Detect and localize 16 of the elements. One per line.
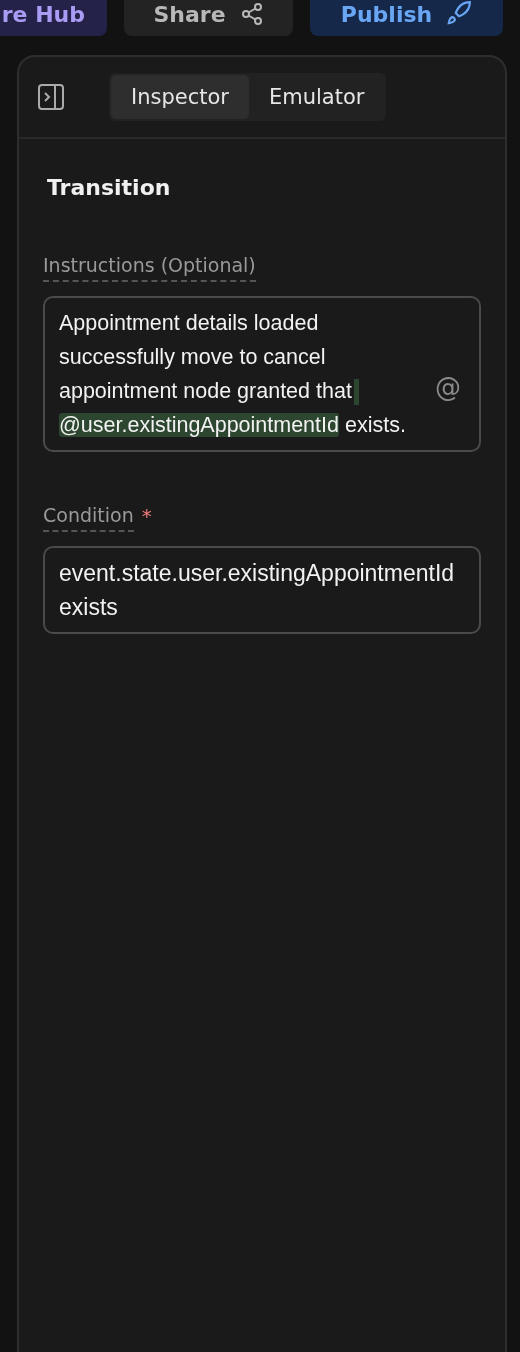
rocket-icon — [446, 0, 473, 26]
text-cursor — [353, 379, 359, 406]
section-title: Transition — [47, 175, 172, 200]
field-label: Instructions (Optional) — [43, 254, 256, 282]
required-mark: * — [141, 504, 152, 530]
publish-button[interactable]: Publish — [310, 0, 503, 36]
instructions-field[interactable]: Appointment details loaded successfully move to cancel appointment node granted that @user.existingAppointmentId exists. @ — [43, 296, 481, 452]
share-button[interactable]: Share — [124, 0, 293, 36]
sidebar-toggle-icon[interactable] — [37, 83, 65, 111]
hub-button[interactable]: re Hub — [0, 0, 107, 36]
condition-field[interactable]: event.state.user.existingAppointmentId exists — [43, 546, 481, 634]
field-label: Condition — [43, 504, 134, 532]
tab[interactable]: Inspector — [111, 75, 249, 119]
tab[interactable]: Emulator — [248, 75, 385, 119]
share-icon — [239, 2, 264, 26]
mention-button[interactable]: @ — [435, 372, 461, 402]
